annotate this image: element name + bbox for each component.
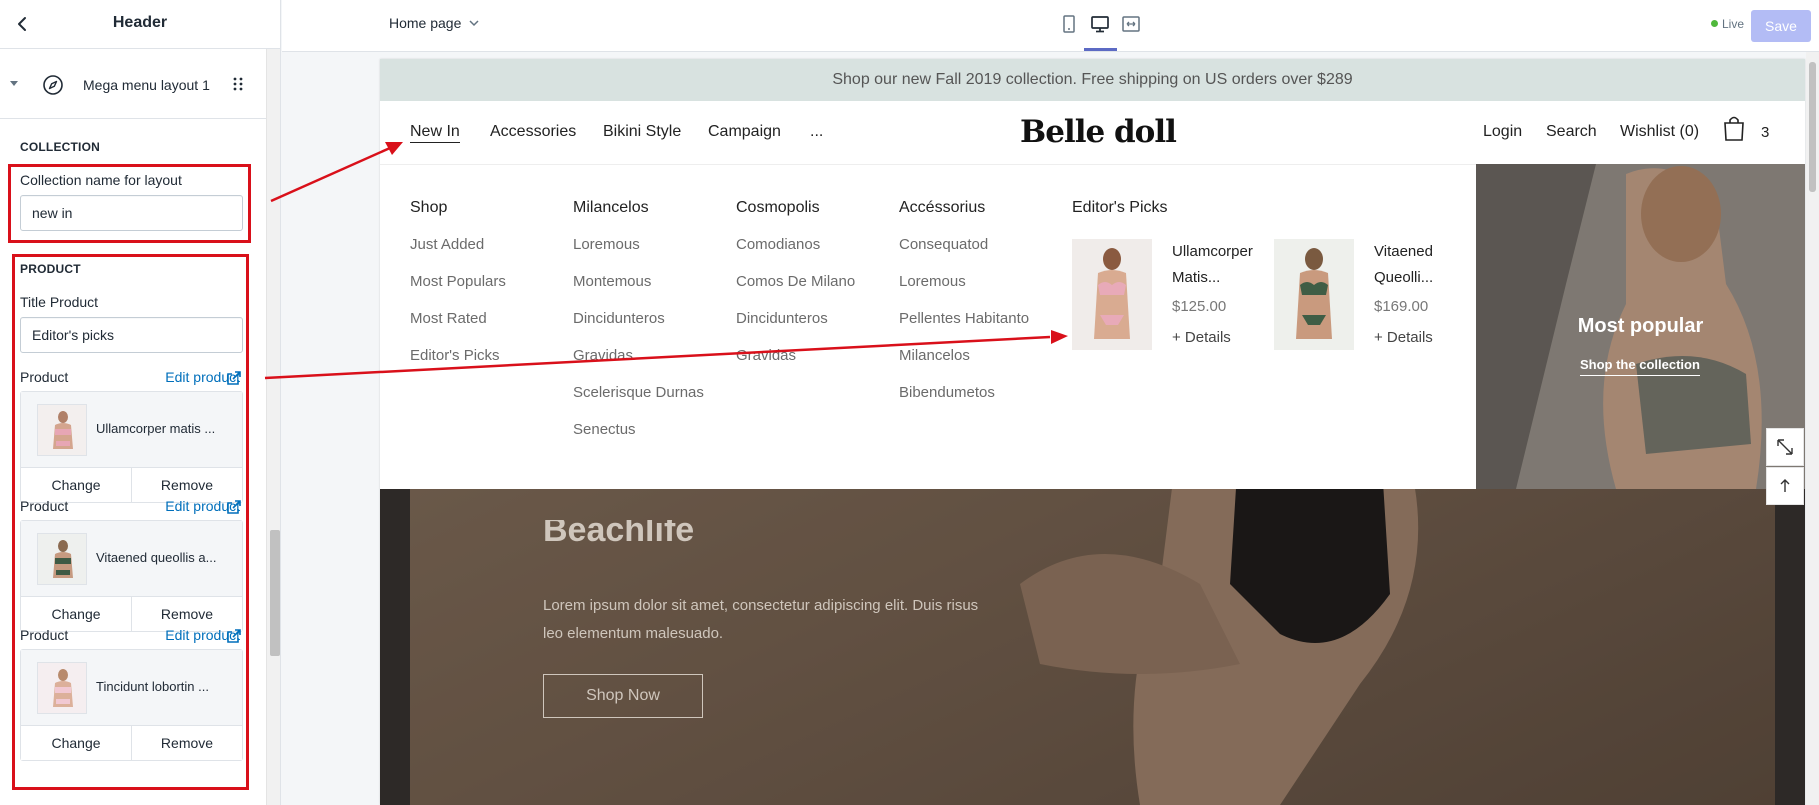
page-selector[interactable]: Home page bbox=[389, 15, 461, 31]
mobile-view-icon[interactable] bbox=[1058, 13, 1080, 35]
nav-link-campaign[interactable]: Campaign bbox=[708, 123, 781, 141]
compass-icon bbox=[43, 75, 63, 95]
mega-menu-link[interactable]: Just Added bbox=[410, 234, 506, 271]
mega-menu-link[interactable]: Bibendumetos bbox=[899, 382, 1029, 419]
hero-shop-now-button[interactable]: Shop Now bbox=[543, 674, 703, 718]
featured-product-name[interactable]: Vitaened Queolli... bbox=[1374, 239, 1469, 291]
mega-menu-link[interactable]: Loremous bbox=[899, 271, 1029, 308]
annotation-highlight-collection bbox=[8, 164, 251, 243]
collection-section-heading: COLLECTION bbox=[20, 140, 100, 154]
block-label: Mega menu layout 1 bbox=[83, 77, 210, 93]
mega-menu-column: Shop Just Added Most Populars Most Rated… bbox=[410, 199, 506, 382]
mega-menu-link[interactable]: Consequatod bbox=[899, 234, 1029, 271]
preview-toolbar: Home page Live Save bbox=[282, 0, 1819, 52]
editors-picks-heading: Editor's Picks bbox=[1072, 199, 1168, 216]
mega-menu-link[interactable]: Dincidunteros bbox=[573, 308, 704, 345]
mega-menu-link[interactable]: Gravidas bbox=[573, 345, 704, 382]
mega-menu-promo-banner[interactable]: Most popular Shop the collection bbox=[1476, 164, 1805, 489]
mega-menu-column-heading[interactable]: Shop bbox=[410, 199, 506, 217]
mega-menu-column: Accéssorius Consequatod Loremous Pellent… bbox=[899, 199, 1029, 419]
nav-link-search[interactable]: Search bbox=[1546, 123, 1597, 141]
mega-menu-link[interactable]: Comos De Milano bbox=[736, 271, 855, 308]
mega-menu-column: Cosmopolis Comodianos Comos De Milano Di… bbox=[736, 199, 855, 382]
store-logo[interactable]: Belle doll bbox=[1020, 114, 1177, 150]
mega-menu-column-heading[interactable]: Cosmopolis bbox=[736, 199, 855, 217]
nav-link-wishlist[interactable]: Wishlist (0) bbox=[1620, 123, 1699, 141]
hero-description: Lorem ipsum dolor sit amet, consectetur … bbox=[543, 597, 979, 642]
sidebar-scrollbar-thumb[interactable] bbox=[270, 530, 280, 656]
live-status-label: Live bbox=[1722, 17, 1745, 31]
mega-menu-column-heading[interactable]: Milancelos bbox=[573, 199, 704, 217]
mega-menu-link[interactable]: Pellentes Habitanto bbox=[899, 308, 1029, 345]
featured-product-price: $125.00 bbox=[1172, 298, 1227, 315]
sidebar-header: Header bbox=[0, 0, 280, 49]
nav-link-bikini-style[interactable]: Bikini Style bbox=[603, 123, 681, 141]
promo-banner-title: Most popular bbox=[1577, 315, 1704, 337]
drag-handle-icon[interactable] bbox=[232, 76, 244, 92]
mega-menu-dropdown: Shop Just Added Most Populars Most Rated… bbox=[380, 164, 1476, 489]
shopping-bag-icon[interactable] bbox=[1722, 114, 1746, 142]
resize-preview-button[interactable] bbox=[1766, 428, 1804, 466]
sidebar-title: Header bbox=[112, 14, 168, 31]
featured-product-details-link[interactable]: + Details bbox=[1172, 329, 1231, 346]
cart-count: 3 bbox=[1761, 124, 1770, 141]
scroll-to-top-button[interactable] bbox=[1766, 467, 1804, 505]
mega-menu-link[interactable]: Comodianos bbox=[736, 234, 855, 271]
arrow-up-icon bbox=[1780, 479, 1790, 492]
mega-menu-column: Milancelos Loremous Montemous Dincidunte… bbox=[573, 199, 704, 456]
block-mega-menu-layout[interactable]: Mega menu layout 1 bbox=[0, 49, 266, 119]
store-header: New In Accessories Bikini Style Campaign… bbox=[380, 101, 1805, 164]
featured-product-name[interactable]: Ullamcorper Matis... bbox=[1172, 239, 1267, 291]
featured-product-details-link[interactable]: + Details bbox=[1374, 329, 1433, 346]
hero-heading: Beachlife bbox=[543, 520, 695, 549]
preview-scrollbar-thumb[interactable] bbox=[1809, 62, 1816, 192]
featured-product-image[interactable] bbox=[1072, 239, 1152, 350]
collapse-caret-icon[interactable] bbox=[10, 81, 18, 86]
mega-menu-link[interactable]: Most Rated bbox=[410, 308, 506, 345]
save-button[interactable]: Save bbox=[1751, 10, 1811, 42]
storefront-preview: Shop our new Fall 2019 collection. Free … bbox=[380, 59, 1805, 805]
mega-menu-link[interactable]: Dincidunteros bbox=[736, 308, 855, 345]
desktop-view-icon[interactable] bbox=[1089, 13, 1111, 35]
active-view-indicator bbox=[1084, 48, 1117, 51]
preview-scrollbar[interactable] bbox=[1806, 52, 1819, 805]
promo-banner-link[interactable]: Shop the collection bbox=[1580, 357, 1700, 376]
mega-menu-link[interactable]: Senectus bbox=[573, 419, 704, 456]
mega-menu-link[interactable]: Gravidas bbox=[736, 345, 855, 382]
mega-menu-link[interactable]: Scelerisque Durnas bbox=[573, 382, 704, 419]
mega-menu-link[interactable]: Milancelos bbox=[899, 345, 1029, 382]
chevron-down-icon[interactable] bbox=[468, 17, 480, 29]
mega-menu-link[interactable]: Montemous bbox=[573, 271, 704, 308]
mega-menu-link[interactable]: Editor's Picks bbox=[410, 345, 506, 382]
annotation-highlight-product bbox=[12, 254, 249, 790]
mega-menu-link[interactable]: Most Populars bbox=[410, 271, 506, 308]
live-status-dot bbox=[1711, 20, 1718, 27]
nav-link-new-in[interactable]: New In bbox=[410, 123, 460, 143]
nav-link-login[interactable]: Login bbox=[1483, 123, 1522, 141]
fullscreen-view-icon[interactable] bbox=[1120, 13, 1142, 35]
featured-product-price: $169.00 bbox=[1374, 298, 1429, 315]
sidebar-scrollbar[interactable] bbox=[266, 49, 280, 805]
expand-icon bbox=[1777, 439, 1793, 455]
nav-link-accessories[interactable]: Accessories bbox=[490, 123, 576, 141]
nav-link-more[interactable]: ... bbox=[810, 123, 823, 141]
featured-product-image[interactable] bbox=[1274, 239, 1354, 350]
mega-menu-link[interactable]: Loremous bbox=[573, 234, 704, 271]
announcement-bar: Shop our new Fall 2019 collection. Free … bbox=[380, 59, 1805, 101]
mega-menu-column-heading[interactable]: Accéssorius bbox=[899, 199, 1029, 217]
